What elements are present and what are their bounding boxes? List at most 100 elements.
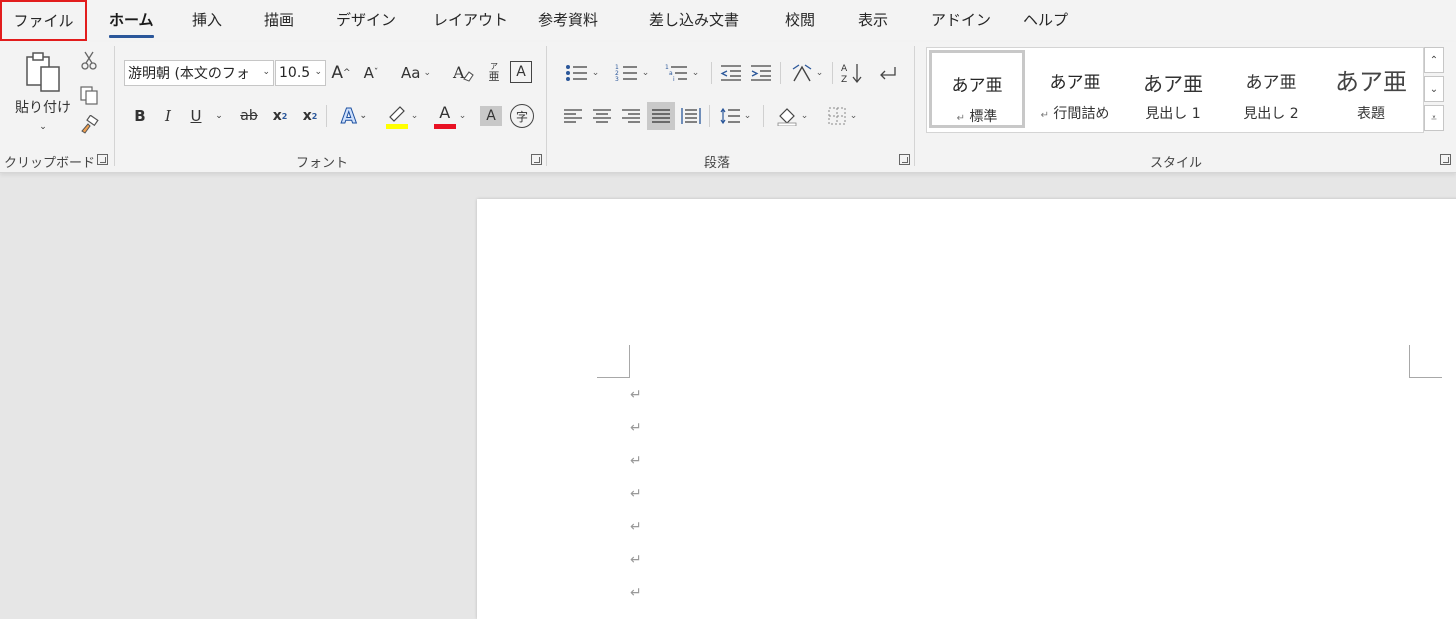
- subscript-mark: 2: [281, 111, 288, 121]
- paragraph-mark: ↵: [630, 420, 642, 436]
- align-center-icon[interactable]: [589, 104, 615, 128]
- change-case-button[interactable]: Aa ⌄: [395, 60, 437, 86]
- tab-references[interactable]: 参考資料: [538, 9, 598, 30]
- highlight-button[interactable]: ⌄: [380, 102, 424, 130]
- style-name: 標準: [969, 109, 998, 125]
- tab-layout[interactable]: レイアウト: [433, 9, 508, 30]
- style-name: 見出し 2: [1243, 106, 1299, 122]
- superscript-button[interactable]: x2: [300, 104, 320, 128]
- svg-text:Z: Z: [841, 75, 847, 84]
- styles-launcher-icon[interactable]: [1440, 154, 1451, 165]
- tab-help[interactable]: ヘルプ: [1023, 9, 1068, 30]
- font-color-button[interactable]: A ⌄: [428, 102, 472, 130]
- tab-file[interactable]: ファイル: [0, 0, 87, 41]
- bold-button[interactable]: B: [130, 104, 150, 128]
- paste-dropdown-icon[interactable]: ⌄: [34, 120, 52, 134]
- sort-icon[interactable]: AZ: [838, 60, 866, 86]
- justify-icon[interactable]: [647, 102, 675, 130]
- distributed-icon[interactable]: [678, 104, 704, 128]
- character-border-icon[interactable]: A: [510, 61, 532, 83]
- gallery-scroll-up-icon[interactable]: ⌃: [1424, 47, 1444, 73]
- group-separator: [546, 46, 547, 166]
- borders-button[interactable]: ⌄: [820, 104, 864, 128]
- style-standard[interactable]: あア亜 ↵ 標準: [929, 50, 1025, 128]
- align-right-icon[interactable]: [618, 104, 644, 128]
- gallery-more-icon[interactable]: ⩡: [1424, 105, 1444, 131]
- paragraph-launcher-icon[interactable]: [899, 154, 910, 165]
- superscript-label: x: [302, 108, 312, 124]
- highlight-color-bar: [385, 124, 408, 129]
- font-group-label: フォント: [296, 156, 349, 171]
- tab-view[interactable]: 表示: [858, 9, 888, 30]
- grow-font-icon[interactable]: A ^: [330, 60, 352, 86]
- group-separator: [114, 46, 115, 166]
- tab-review[interactable]: 校閲: [785, 9, 815, 30]
- paste-button[interactable]: 貼り付け: [10, 98, 76, 116]
- divider: [711, 62, 712, 84]
- copy-icon[interactable]: [78, 84, 100, 106]
- tab-home[interactable]: ホーム: [109, 9, 154, 38]
- superscript-mark: 2: [311, 111, 318, 121]
- divider: [763, 105, 764, 127]
- svg-text:A: A: [841, 64, 848, 74]
- line-spacing-button[interactable]: ⌄: [714, 104, 756, 128]
- gallery-scroll-down-icon[interactable]: ⌄: [1424, 76, 1444, 102]
- character-shading-button[interactable]: A: [480, 106, 502, 126]
- decrease-indent-icon[interactable]: [718, 60, 744, 86]
- underline-button[interactable]: U: [186, 104, 206, 128]
- paragraph-mark: ↵: [630, 552, 642, 568]
- tab-addins[interactable]: アドイン: [931, 9, 991, 30]
- enclose-characters-button[interactable]: 字: [510, 104, 534, 128]
- style-no-spacing[interactable]: あア亜 ↵ 行間詰め: [1027, 50, 1123, 128]
- cut-icon[interactable]: [78, 50, 100, 72]
- style-sample: あア亜: [1245, 73, 1297, 93]
- tab-draw[interactable]: 描画: [264, 9, 294, 30]
- svg-text:i: i: [673, 76, 675, 83]
- subscript-button[interactable]: x2: [270, 104, 290, 128]
- shrink-font-icon[interactable]: Aˇ: [360, 60, 382, 86]
- paste-icon[interactable]: [18, 50, 68, 94]
- shading-button[interactable]: ⌄: [770, 104, 814, 128]
- format-painter-icon[interactable]: [78, 114, 100, 136]
- svg-text:3: 3: [615, 76, 619, 83]
- numbering-button[interactable]: 1 2 3 ⌄: [610, 60, 654, 86]
- asian-layout-button[interactable]: ⌄: [786, 60, 828, 86]
- font-color-icon: A: [433, 103, 456, 129]
- multilevel-list-button[interactable]: 1 a i ⌄: [660, 60, 704, 86]
- tab-insert[interactable]: 挿入: [192, 9, 222, 30]
- style-heading-1[interactable]: あア亜 見出し 1: [1125, 50, 1221, 128]
- clipboard-launcher-icon[interactable]: [97, 154, 108, 165]
- paragraph-mark: ↵: [630, 519, 642, 535]
- document-page[interactable]: ↵ ↵ ↵ ↵ ↵ ↵ ↵: [477, 199, 1456, 619]
- paragraph-mark: ↵: [956, 113, 965, 124]
- style-name: 表題: [1357, 106, 1385, 122]
- font-color-bar: [433, 124, 456, 129]
- paragraph-mark: ↵: [630, 585, 642, 601]
- paragraph-mark: ↵: [630, 387, 642, 403]
- style-title[interactable]: あア亜 表題: [1321, 50, 1421, 128]
- bullets-button[interactable]: ⌄: [560, 60, 604, 86]
- clipboard-group-label: クリップボード: [4, 156, 96, 171]
- chevron-down-icon: ⌄: [262, 67, 270, 77]
- style-heading-2[interactable]: あア亜 見出し 2: [1223, 50, 1319, 128]
- styles-gallery: あア亜 ↵ 標準 あア亜 ↵ 行間詰め あア亜 見出し 1 あア亜 見出し 2 …: [926, 47, 1424, 133]
- style-name: 行間詰め: [1053, 106, 1110, 122]
- align-left-icon[interactable]: [560, 104, 586, 128]
- clear-formatting-icon[interactable]: A: [450, 60, 476, 86]
- italic-button[interactable]: I: [158, 104, 178, 128]
- increase-indent-icon[interactable]: [748, 60, 774, 86]
- margin-corner-right: [1409, 345, 1442, 378]
- underline-dropdown-icon[interactable]: ⌄: [212, 104, 226, 128]
- font-size-select[interactable]: 10.5 ⌄: [275, 60, 326, 86]
- font-launcher-icon[interactable]: [531, 154, 542, 165]
- show-hide-marks-icon[interactable]: [874, 60, 902, 86]
- highlighter-icon: [385, 103, 408, 129]
- font-name-select[interactable]: 游明朝 (本文のフォ ⌄: [124, 60, 274, 86]
- text-effects-button[interactable]: A ⌄: [334, 104, 374, 129]
- phonetic-guide-icon[interactable]: ア 亜: [484, 58, 504, 86]
- style-sample: あア亜: [1143, 72, 1203, 96]
- tab-mailings[interactable]: 差し込み文書: [649, 9, 739, 30]
- strikethrough-button[interactable]: ab: [236, 104, 262, 128]
- tab-design[interactable]: デザイン: [336, 9, 396, 30]
- style-sample: あア亜: [1049, 73, 1101, 93]
